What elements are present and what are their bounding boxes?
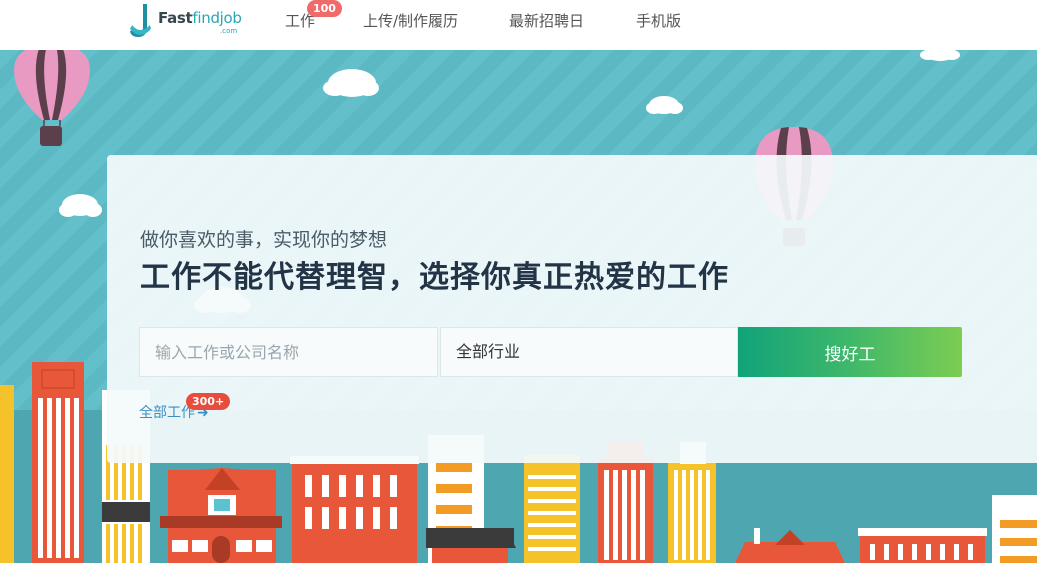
building-far-right	[992, 495, 1037, 563]
cloud-icon	[646, 96, 683, 114]
building-yellow-stripes	[524, 455, 580, 563]
top-nav-bar: Fastfindjob .com 工作 100 上传/制作履历 最新招聘日 手机…	[0, 0, 1037, 50]
hot-air-balloon-icon	[14, 50, 90, 146]
search-button[interactable]: 搜好工	[738, 327, 962, 377]
slogan-title: 工作不能代替理智，选择你真正热爱的工作	[140, 260, 729, 295]
cloud-icon	[59, 194, 102, 217]
industry-select[interactable]: 全部行业	[440, 327, 738, 377]
nav-mobile[interactable]: 手机版	[636, 10, 681, 31]
cloud-icon	[920, 50, 960, 61]
building-house	[160, 468, 282, 563]
building-left-red	[32, 362, 84, 563]
nav-resume[interactable]: 上传/制作履历	[363, 10, 458, 31]
cloud-icon	[323, 69, 379, 97]
all-jobs-label: 全部工作	[139, 405, 195, 421]
site-logo[interactable]: Fastfindjob .com	[128, 3, 248, 39]
all-jobs-count-badge: 300+	[186, 393, 231, 410]
building-left-yellow	[0, 385, 14, 563]
building-red-office	[290, 456, 419, 563]
search-panel: 做你喜欢的事，实现你的梦想 工作不能代替理智，选择你真正热爱的工作 全部行业 搜…	[107, 155, 1037, 463]
logo-text: Fastfindjob	[158, 9, 242, 27]
logo-mark-icon	[130, 4, 151, 37]
slogan-subtitle: 做你喜欢的事，实现你的梦想	[140, 229, 388, 251]
job-search-input[interactable]	[139, 327, 438, 377]
building-right-red	[858, 528, 987, 563]
nav-recruit-day[interactable]: 最新招聘日	[509, 10, 584, 31]
nav-jobs-badge: 100	[307, 0, 342, 17]
hero-banner: 做你喜欢的事，实现你的梦想 工作不能代替理智，选择你真正热爱的工作 全部行业 搜…	[0, 50, 1037, 563]
logo-sub: .com	[220, 27, 238, 35]
